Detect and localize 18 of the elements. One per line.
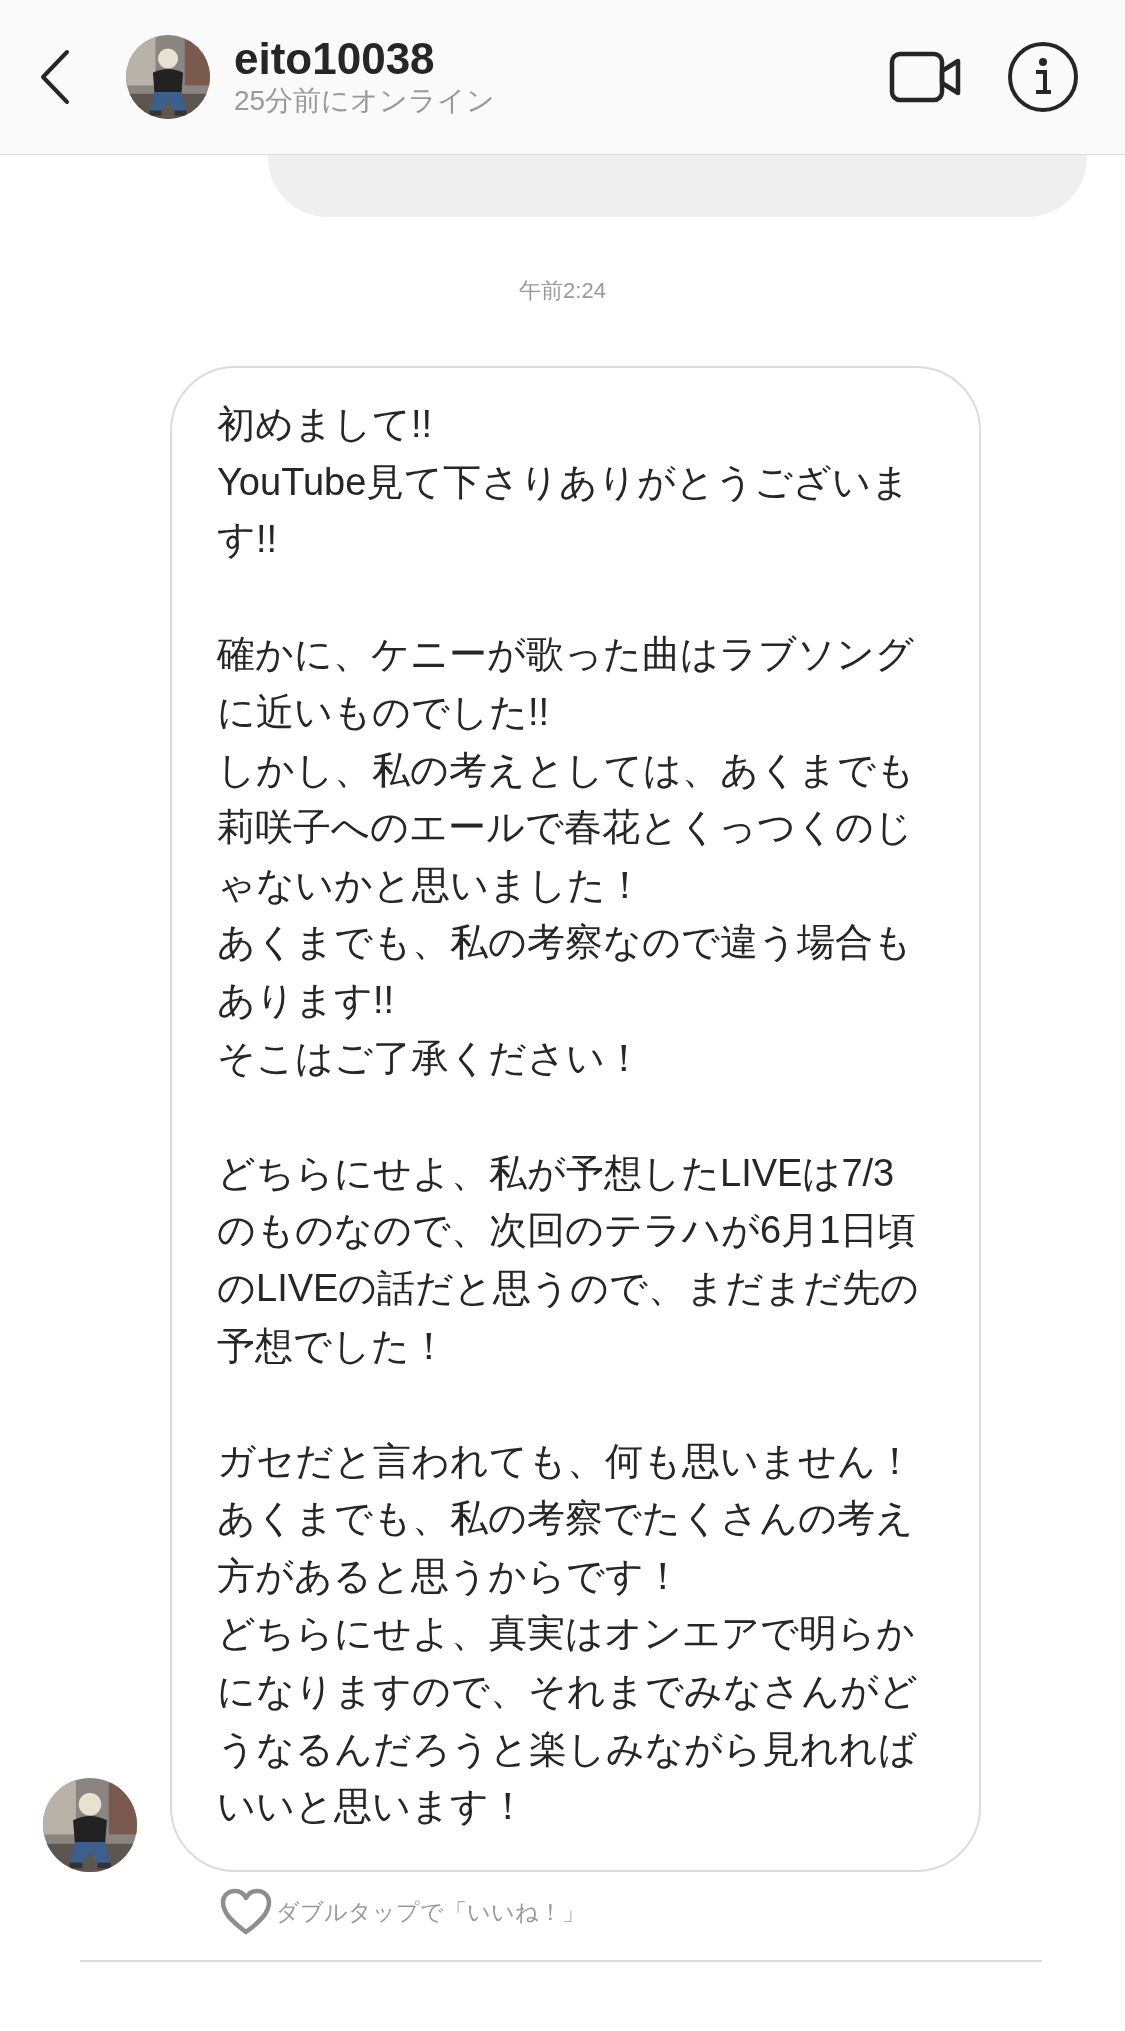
message-line: あくまでも、私の考察でたくさんの考え方があると思うからです！ xyxy=(217,1496,915,1599)
like-hint: ダブルタップで「いいね！」 xyxy=(276,1897,585,1927)
message-line: どちらにせよ、私が予想したLIVEは7/3のものなので、次回のテラハが6月1日頃のLIVEの話だと思うので、まだまだ先の予想でした！ xyxy=(217,1150,921,1369)
message-line: しかし、私の考えとしては、あくまでも莉咲子へのエールで春花とくっつくのじゃないかと思いました！ xyxy=(217,747,916,908)
message-line: 初めまして!! xyxy=(217,402,434,447)
info-icon[interactable] xyxy=(1007,41,1079,113)
online-status: 25分前にオンライン xyxy=(234,84,497,118)
message-line: そこはご了承ください！ xyxy=(217,1035,644,1081)
timestamp: 午前2:24 xyxy=(519,278,606,303)
video-camera-icon[interactable] xyxy=(889,49,961,105)
message-line: あくまでも、私の考察なので違う場合もあります!! xyxy=(217,920,913,1023)
back-icon[interactable] xyxy=(40,49,70,105)
message-line: どちらにせよ、真実はオンエアで明らかになりますので、それまでみなさんがどうなるんだろうと楽しみながら見れればいいと思います！ xyxy=(217,1611,919,1830)
message-line: ガセだと言われても、何も思いません！ xyxy=(217,1438,915,1484)
username: eito10038 xyxy=(234,34,436,83)
message-line: 確かに、ケニーが歌った曲はラブソングに近いものでした!! xyxy=(217,632,915,735)
heart-icon[interactable] xyxy=(220,1887,272,1936)
message-line: YouTube見て下さりありがとうございます!! xyxy=(217,459,912,563)
